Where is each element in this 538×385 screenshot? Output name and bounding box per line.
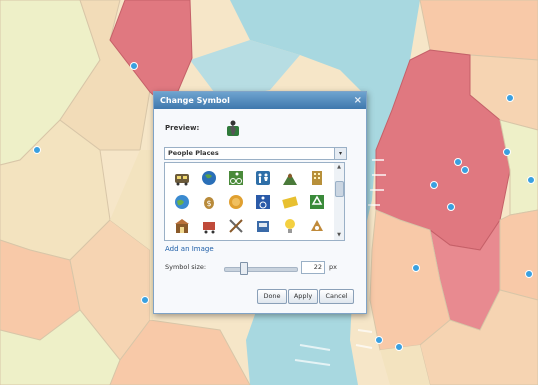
scroll-thumb[interactable] <box>335 181 344 197</box>
hardware-icon[interactable] <box>254 217 272 235</box>
globe-icon[interactable] <box>200 169 218 187</box>
symbol-size-input[interactable]: 22 <box>301 261 325 274</box>
building-icon[interactable] <box>308 169 326 187</box>
done-button[interactable]: Done <box>257 289 287 304</box>
attraction-icon[interactable] <box>308 217 326 235</box>
close-icon[interactable]: × <box>354 92 362 109</box>
coins-icon[interactable] <box>227 193 245 211</box>
cart-icon[interactable] <box>200 217 218 235</box>
poi-marker[interactable] <box>395 343 403 351</box>
tools-icon[interactable] <box>227 217 245 235</box>
poi-marker[interactable] <box>141 296 149 304</box>
apply-button[interactable]: Apply <box>288 289 318 304</box>
scroll-up-icon[interactable]: ▲ <box>334 163 344 172</box>
bus-stop-icon[interactable] <box>173 169 191 187</box>
poi-marker[interactable] <box>506 94 514 102</box>
chevron-down-icon[interactable]: ▾ <box>334 147 347 160</box>
poi-marker[interactable] <box>130 62 138 70</box>
poi-marker[interactable] <box>412 264 420 272</box>
residential-area <box>499 209 538 301</box>
world-icon[interactable] <box>173 193 191 211</box>
ticket-icon[interactable] <box>281 193 299 211</box>
poi-marker[interactable] <box>454 158 462 166</box>
poi-marker[interactable] <box>525 270 533 278</box>
dialog-title: Change Symbol <box>160 96 230 105</box>
preview-label: Preview: <box>165 124 200 132</box>
poi-marker[interactable] <box>447 203 455 211</box>
add-image-link[interactable]: Add an Image <box>165 245 214 253</box>
poi-marker[interactable] <box>527 176 535 184</box>
wheelchair-icon[interactable] <box>254 193 272 211</box>
poi-marker[interactable] <box>33 146 41 154</box>
lightbulb-icon[interactable] <box>281 217 299 235</box>
symbol-size-label: Symbol size: <box>165 263 207 271</box>
change-symbol-dialog: Change Symbol × Preview: People Places ▾… <box>153 91 367 314</box>
hiking-icon[interactable] <box>281 169 299 187</box>
poi-marker[interactable] <box>503 148 511 156</box>
store-icon[interactable] <box>173 217 191 235</box>
cancel-button[interactable]: Cancel <box>319 289 354 304</box>
symbol-size-unit: px <box>329 263 337 271</box>
symbol-size-slider-thumb[interactable] <box>240 262 248 275</box>
hiking-icon <box>227 120 239 136</box>
symbol-grid-scrollbar[interactable]: ▲ ▼ <box>334 162 345 241</box>
svg-text:$: $ <box>206 199 211 208</box>
cyclist-icon[interactable] <box>227 169 245 187</box>
recycle-icon[interactable] <box>308 193 326 211</box>
symbol-grid: $ <box>164 162 336 241</box>
poi-marker[interactable] <box>430 181 438 189</box>
poi-marker[interactable] <box>375 336 383 344</box>
dialog-titlebar[interactable]: Change Symbol × <box>154 92 366 109</box>
symbol-size-slider[interactable] <box>224 267 298 272</box>
scroll-down-icon[interactable]: ▼ <box>334 231 344 240</box>
poi-marker[interactable] <box>461 166 469 174</box>
symbol-set-select[interactable]: People Places <box>164 147 347 160</box>
money-icon[interactable]: $ <box>200 193 218 211</box>
restroom-icon[interactable] <box>254 169 272 187</box>
